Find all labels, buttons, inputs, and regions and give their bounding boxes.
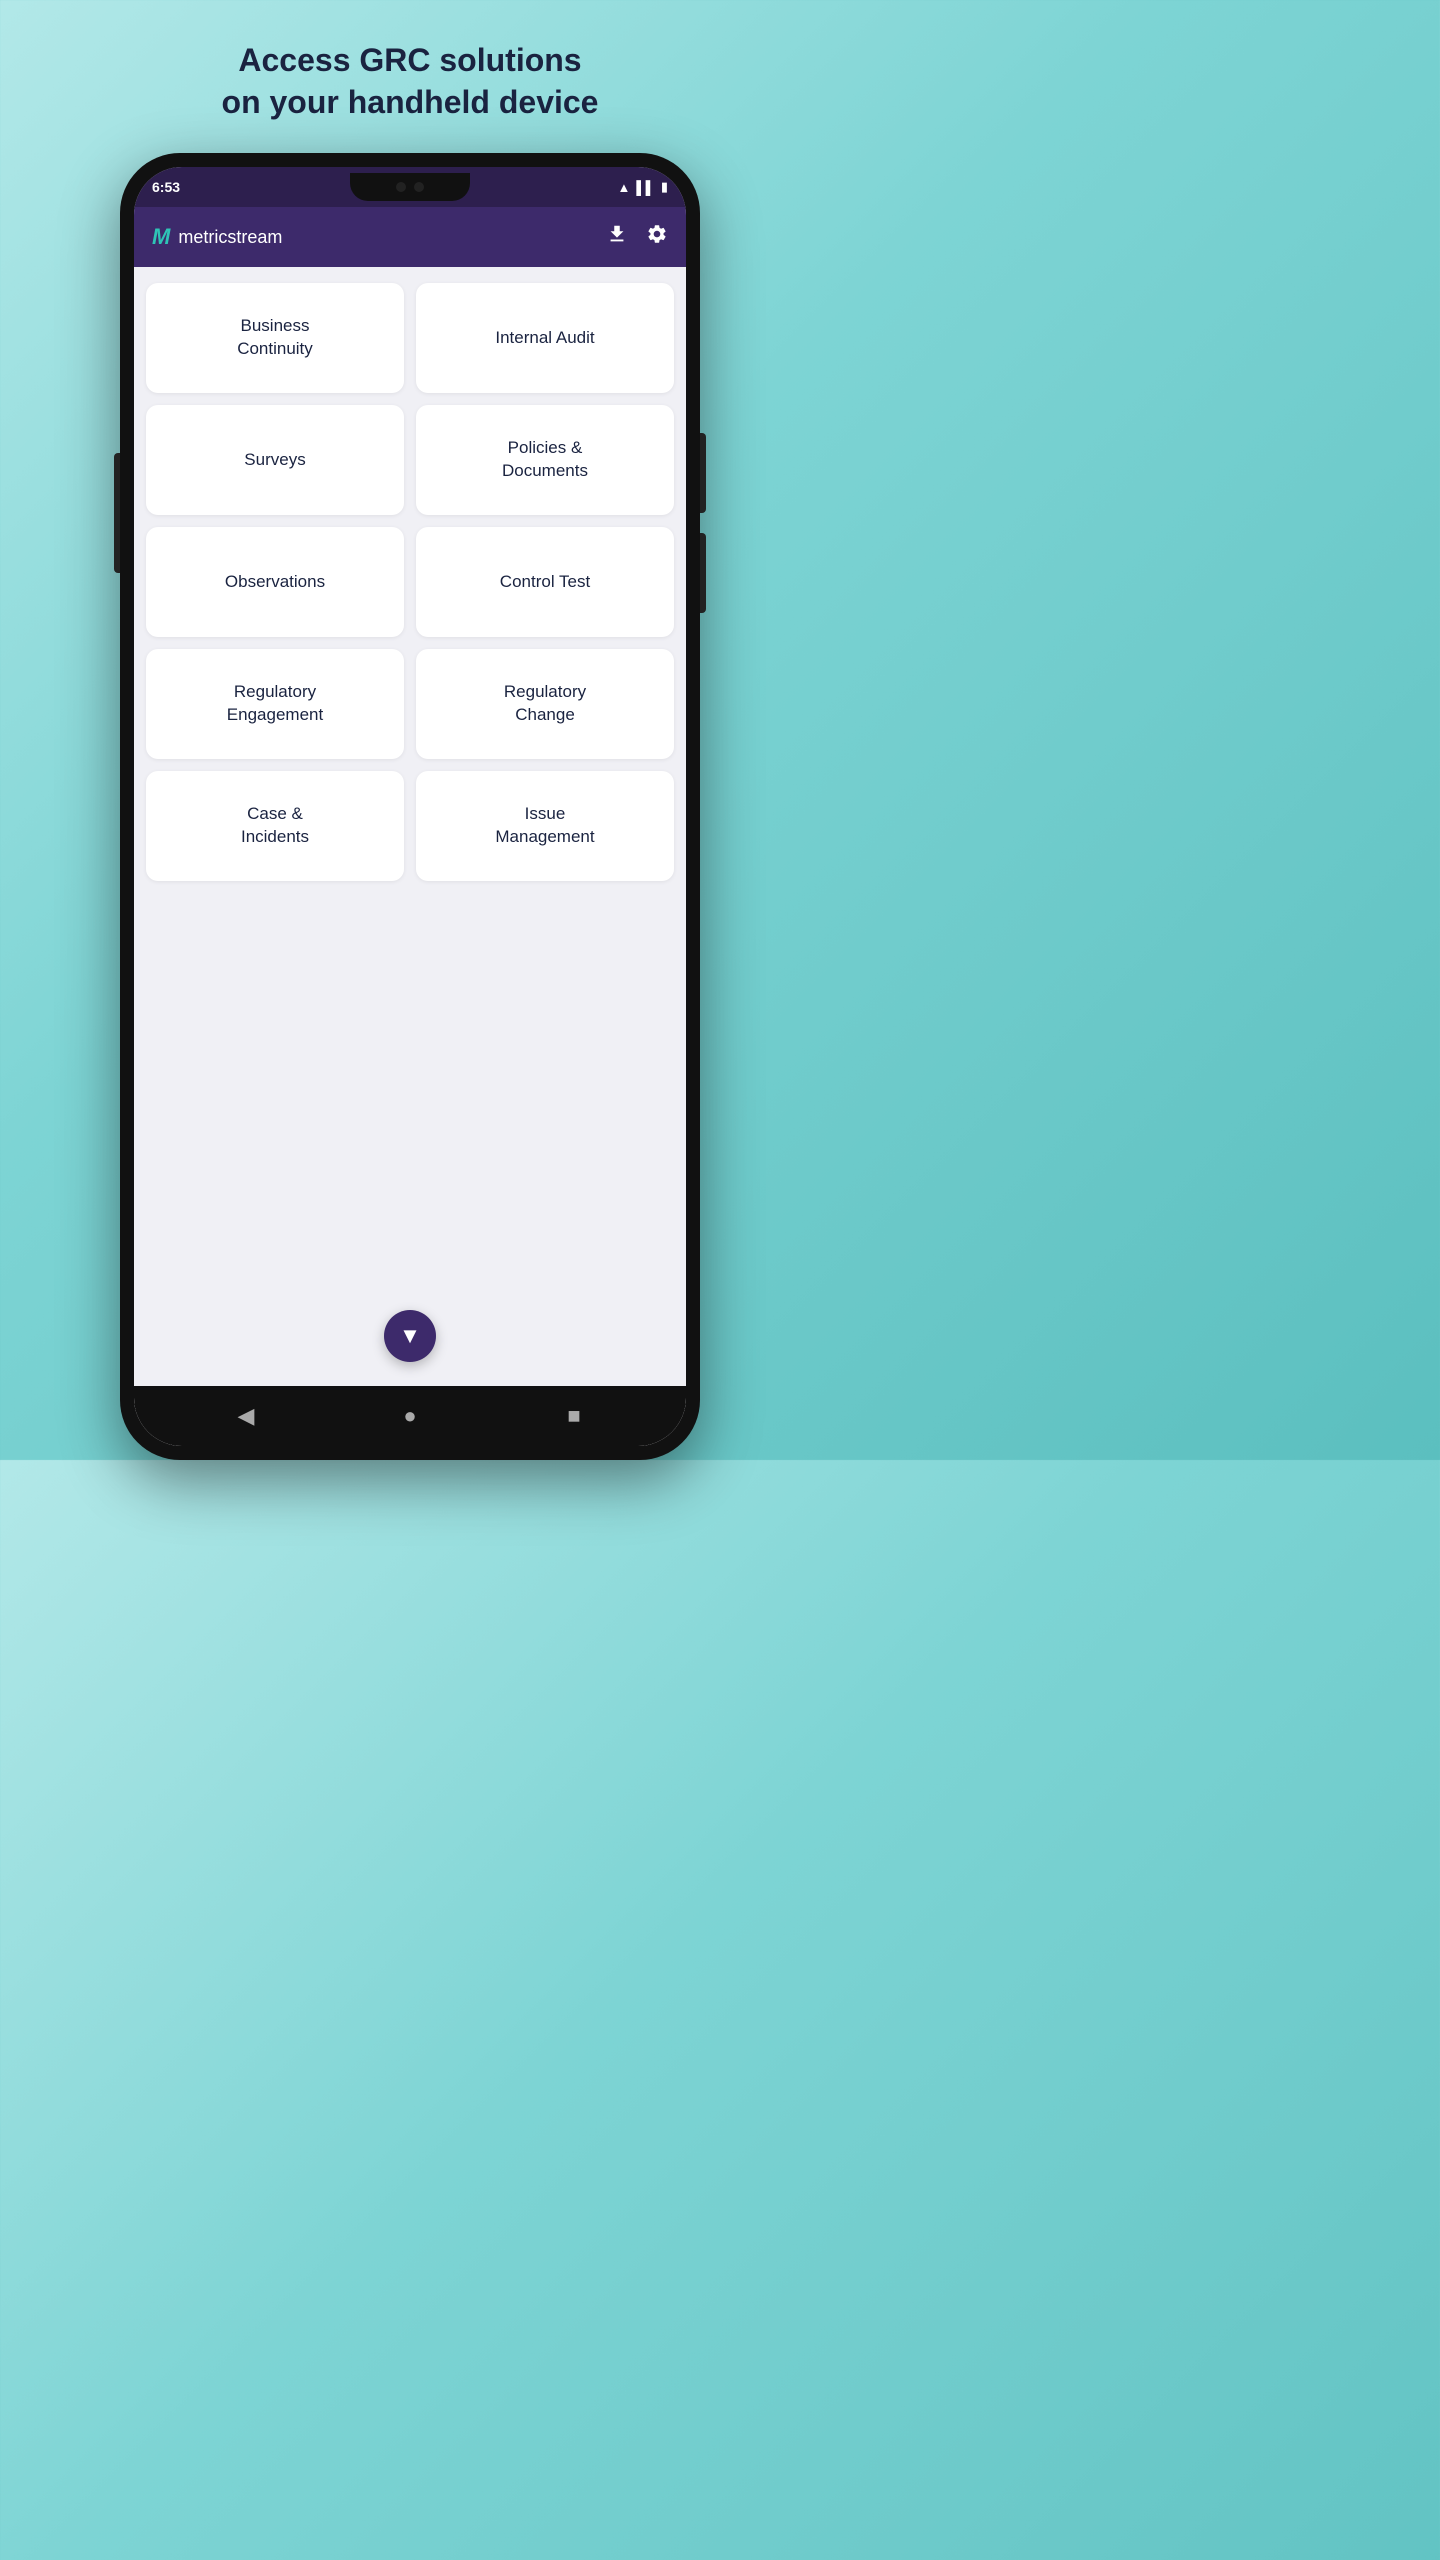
tile-internal-audit[interactable]: Internal Audit <box>416 283 674 393</box>
page-title: Access GRC solutions on your handheld de… <box>222 40 599 123</box>
notch <box>350 173 470 201</box>
tile-control-test[interactable]: Control Test <box>416 527 674 637</box>
side-button-left <box>114 453 120 573</box>
back-icon: ◀ <box>238 1403 255 1429</box>
camera-dot-left <box>396 182 406 192</box>
tile-label-case-incidents: Case &Incidents <box>241 803 309 849</box>
settings-icon[interactable] <box>646 223 668 251</box>
logo-text: metricstream <box>178 227 282 248</box>
camera-dot-right <box>414 182 424 192</box>
back-button[interactable]: ◀ <box>226 1396 266 1436</box>
tile-regulatory-engagement[interactable]: RegulatoryEngagement <box>146 649 404 759</box>
fab-scroll-down[interactable]: ▼ <box>384 1310 436 1362</box>
home-icon: ● <box>403 1403 416 1429</box>
app-content: BusinessContinuity Internal Audit Survey… <box>134 267 686 1386</box>
signal-icon: ▌▌ <box>636 180 654 195</box>
tile-regulatory-change[interactable]: RegulatoryChange <box>416 649 674 759</box>
chevron-down-icon: ▼ <box>399 1323 421 1349</box>
tile-label-regulatory-engagement: RegulatoryEngagement <box>227 681 323 727</box>
tile-label-regulatory-change: RegulatoryChange <box>504 681 586 727</box>
tile-policies-documents[interactable]: Policies &Documents <box>416 405 674 515</box>
recents-icon: ■ <box>567 1403 580 1429</box>
status-icons: ▲ ▌▌ ▮ <box>618 179 668 195</box>
tile-business-continuity[interactable]: BusinessContinuity <box>146 283 404 393</box>
battery-icon: ▮ <box>661 179 668 195</box>
phone-screen: 6:53 ▲ ▌▌ ▮ M metricstream <box>134 167 686 1446</box>
tile-label-business-continuity: BusinessContinuity <box>237 315 313 361</box>
phone-shell: 6:53 ▲ ▌▌ ▮ M metricstream <box>120 153 700 1460</box>
home-button[interactable]: ● <box>390 1396 430 1436</box>
tile-label-issue-management: IssueManagement <box>495 803 594 849</box>
wifi-icon: ▲ <box>618 180 631 195</box>
tile-label-internal-audit: Internal Audit <box>495 327 594 350</box>
status-time: 6:53 <box>152 179 180 195</box>
tile-issue-management[interactable]: IssueManagement <box>416 771 674 881</box>
tile-label-control-test: Control Test <box>500 571 590 594</box>
header-icons <box>606 223 668 251</box>
tile-case-incidents[interactable]: Case &Incidents <box>146 771 404 881</box>
side-button-right <box>700 433 706 513</box>
status-bar: 6:53 ▲ ▌▌ ▮ <box>134 167 686 207</box>
recents-button[interactable]: ■ <box>554 1396 594 1436</box>
bottom-nav: ◀ ● ■ <box>134 1386 686 1446</box>
tile-observations[interactable]: Observations <box>146 527 404 637</box>
app-logo: M metricstream <box>152 224 282 250</box>
tile-label-surveys: Surveys <box>244 449 305 472</box>
tile-label-policies-documents: Policies &Documents <box>502 437 588 483</box>
tile-surveys[interactable]: Surveys <box>146 405 404 515</box>
upload-icon[interactable] <box>606 223 628 251</box>
tiles-grid: BusinessContinuity Internal Audit Survey… <box>146 283 674 881</box>
app-header: M metricstream <box>134 207 686 267</box>
logo-m-icon: M <box>152 224 170 250</box>
side-button-right2 <box>700 533 706 613</box>
tile-label-observations: Observations <box>225 571 325 594</box>
